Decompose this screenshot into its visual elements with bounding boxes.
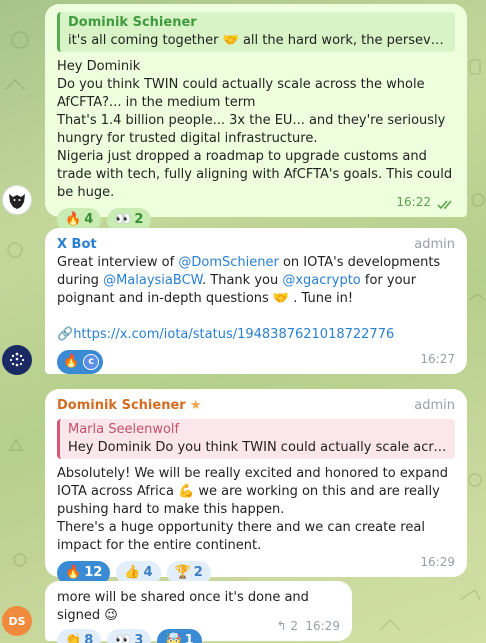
- fire-icon: 🔥: [65, 565, 82, 580]
- fire-icon: 🔥: [65, 212, 82, 227]
- sender-name[interactable]: X Bot: [57, 236, 97, 254]
- trophy-icon: 🏆: [174, 565, 191, 580]
- text-segment: . Thank you: [202, 273, 283, 288]
- incoming-message-bubble[interactable]: Dominik Schiener ★ admin Marla Seelenwol…: [45, 389, 467, 585]
- message-line: Hey Dominik: [57, 59, 141, 74]
- mind-blown-icon: 🤯: [165, 633, 182, 643]
- replies-indicator[interactable]: ↰ 2: [276, 617, 298, 635]
- reaction-count: 12: [84, 565, 103, 580]
- reaction-count: 4: [84, 212, 94, 227]
- clap-icon: 👏: [65, 633, 82, 643]
- fire-icon: 🔥: [63, 354, 80, 369]
- reaction-clap[interactable]: 👏 8: [57, 629, 102, 643]
- reply-quote[interactable]: Marla Seelenwolf Hey Dominik Do you thin…: [57, 419, 455, 459]
- reaction-mind-blown[interactable]: 🤯 1: [157, 629, 202, 643]
- reaction-fire[interactable]: 🔥 c: [57, 350, 104, 374]
- reaction-count: 1: [184, 633, 194, 643]
- reaction-count: 2: [193, 565, 203, 580]
- thumbs-up-icon: 👍: [124, 565, 141, 580]
- quote-author: Marla Seelenwolf: [68, 422, 180, 437]
- message-time: 16:29: [420, 555, 455, 569]
- mention-link[interactable]: @DomSchiener: [178, 255, 278, 270]
- link-icon: 🔗: [57, 327, 74, 342]
- incoming-message-bubble[interactable]: X Bot admin Great interview of @DomSchie…: [45, 228, 467, 374]
- read-checkmarks-icon: [437, 200, 452, 210]
- eyes-icon: 👀: [115, 212, 132, 227]
- eyes-icon: 👀: [115, 633, 132, 643]
- quote-author: Dominik Schiener: [68, 15, 197, 30]
- mention-link[interactable]: @xgacrypto: [282, 273, 360, 288]
- message-text: Absolutely! We will be really excited an…: [57, 465, 455, 555]
- avatar-initials: DS: [8, 614, 26, 628]
- incoming-message-bubble[interactable]: more will be shared once it's done and s…: [45, 581, 352, 643]
- reaction-count: 4: [143, 565, 153, 580]
- message-line: Nigeria just dropped a roadmap to upgrad…: [57, 149, 453, 200]
- quote-text: Hey Dominik Do you think TWIN could actu…: [68, 440, 447, 455]
- reactor-avatar: c: [83, 354, 100, 370]
- reaction-eyes[interactable]: 👀 3: [107, 629, 152, 643]
- reaction-count: 8: [84, 633, 94, 643]
- mention-link[interactable]: @MalaysiaBCW: [103, 273, 202, 288]
- reaction-count: 2: [134, 212, 144, 227]
- admin-badge: admin: [414, 398, 455, 413]
- sender-name[interactable]: Dominik Schiener: [57, 398, 186, 413]
- text-segment: Great interview of: [57, 255, 179, 270]
- iota-logo-icon: [9, 352, 25, 367]
- wolf-icon: [9, 194, 25, 209]
- avatar-ds[interactable]: DS: [2, 606, 32, 636]
- star-icon: ★: [189, 398, 202, 413]
- message-time: 16:27: [420, 352, 455, 366]
- message-line: Do you think TWIN could actually scale a…: [57, 77, 425, 110]
- reaction-count: 3: [134, 633, 144, 643]
- reply-arrow-icon: ↰: [276, 619, 287, 633]
- admin-badge: admin: [414, 237, 455, 252]
- quote-text: it's all coming together 🤝 all the hard …: [68, 33, 447, 48]
- replies-count: 2: [290, 619, 298, 633]
- message-line: Absolutely! We will be really excited an…: [57, 466, 448, 517]
- message-line: There's a huge opportunity there and we …: [57, 520, 425, 553]
- reply-quote[interactable]: Dominik Schiener it's all coming togethe…: [57, 12, 455, 52]
- avatar-iota[interactable]: [2, 345, 32, 375]
- reactions-row: 🔥 c: [57, 350, 455, 374]
- message-line: That's 1.4 billion people... 3x the EU..…: [57, 113, 446, 146]
- message-text: Great interview of @DomSchiener on IOTA'…: [57, 254, 455, 344]
- outgoing-message-bubble[interactable]: Dominik Schiener it's all coming togethe…: [45, 4, 467, 232]
- url-link[interactable]: https://x.com/iota/status/19483876210187…: [73, 327, 394, 342]
- message-text: Hey Dominik Do you think TWIN could actu…: [57, 58, 455, 202]
- message-time: 16:29: [305, 619, 340, 633]
- avatar-wolf[interactable]: [2, 185, 32, 215]
- message-time: 16:22: [396, 195, 431, 209]
